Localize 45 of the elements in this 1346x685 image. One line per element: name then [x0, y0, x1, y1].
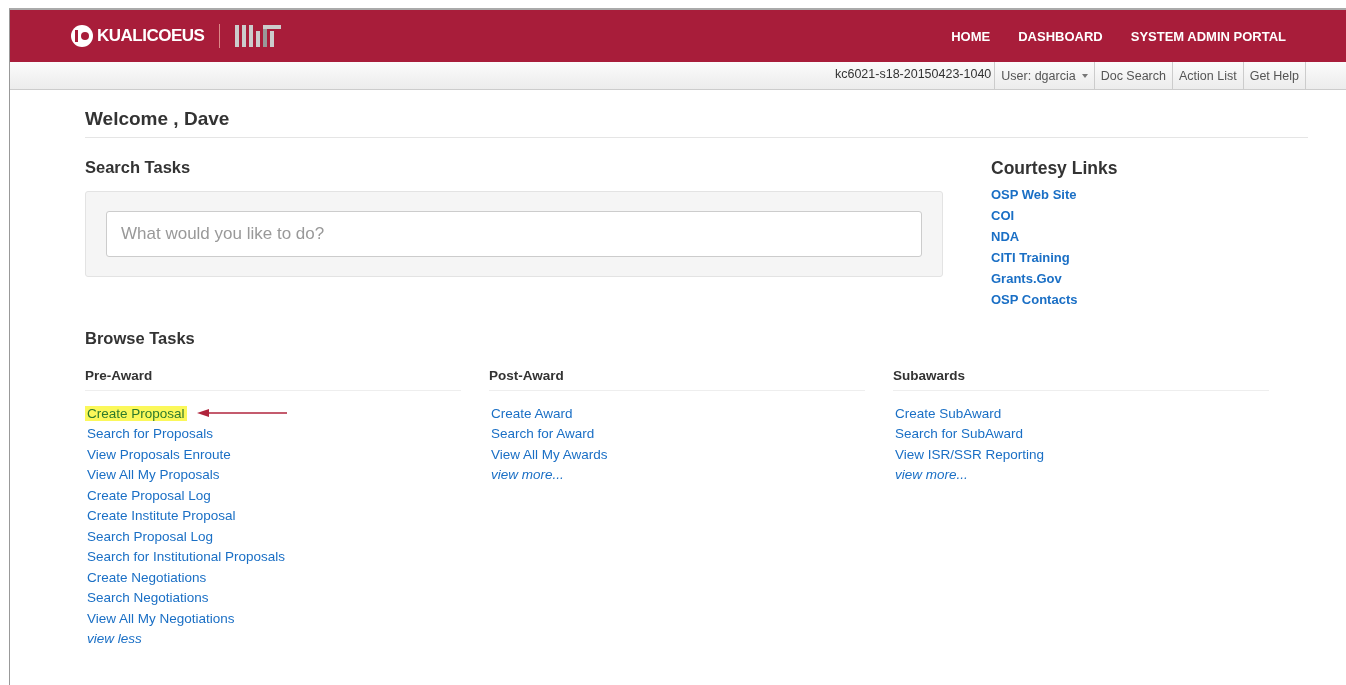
courtesy-link[interactable]: NDA: [991, 226, 1020, 247]
nav-link[interactable]: HOME: [951, 28, 991, 44]
task-link[interactable]: Search for Proposals: [85, 426, 216, 442]
mit-logo-icon: [235, 25, 284, 47]
task-link[interactable]: View All My Proposals: [85, 467, 222, 483]
task-link[interactable]: Create Institute Proposal: [85, 508, 238, 524]
task-link[interactable]: Search for SubAward: [893, 426, 1026, 442]
brand-name: KUALICOEUS: [97, 26, 205, 46]
section-heading: Browse Tasks: [85, 329, 196, 348]
toolbar-button[interactable]: Action List: [1172, 62, 1243, 89]
toggle-link[interactable]: view more...: [489, 467, 566, 483]
environment-label: kc6021-s18-20150423-1040: [834, 66, 993, 83]
task-link[interactable]: Search Proposal Log: [85, 528, 216, 544]
task-link[interactable]: Create SubAward: [893, 405, 1004, 421]
nav-link[interactable]: SYSTEM ADMIN PORTAL: [1130, 28, 1286, 44]
search-field[interactable]: What would you like to do?: [106, 211, 922, 257]
section-heading: Search Tasks: [85, 158, 192, 177]
column-heading: Subawards: [893, 368, 1269, 391]
toolbar-button[interactable]: Doc Search: [1093, 62, 1172, 89]
task-link[interactable]: Create Negotiations: [85, 569, 209, 585]
kc-logo-icon: [70, 24, 94, 48]
task-link[interactable]: Search for Institutional Proposals: [85, 549, 288, 565]
welcome-heading: Welcome , Dave: [85, 108, 1308, 138]
courtesy-link[interactable]: Grants.Gov: [991, 268, 1062, 289]
user-menu-button[interactable]: User: dgarcia: [994, 62, 1094, 89]
task-link[interactable]: View All My Awards: [489, 446, 610, 462]
task-link[interactable]: Create Award: [489, 405, 575, 421]
task-link[interactable]: View Proposals Enroute: [85, 446, 233, 462]
nav-link[interactable]: DASHBOARD: [1018, 28, 1103, 44]
courtesy-link[interactable]: OSP Web Site: [991, 184, 1077, 205]
task-link[interactable]: View All My Negotiations: [85, 610, 237, 626]
courtesy-link[interactable]: OSP Contacts: [991, 289, 1078, 310]
task-link[interactable]: Create Proposal Log: [85, 487, 213, 503]
task-link[interactable]: Search for Award: [489, 426, 597, 442]
toggle-link[interactable]: view less: [85, 631, 144, 647]
task-link[interactable]: Create Proposal: [85, 405, 187, 421]
task-link[interactable]: Search Negotiations: [85, 590, 211, 606]
courtesy-link[interactable]: CITI Training: [991, 247, 1070, 268]
toggle-link[interactable]: view more...: [893, 467, 970, 483]
section-heading: Courtesy Links: [991, 158, 1118, 179]
courtesy-link[interactable]: COI: [991, 205, 1015, 226]
toolbar-button[interactable]: Get Help: [1242, 62, 1306, 89]
column-heading: Pre-Award: [85, 368, 461, 391]
column-heading: Post-Award: [489, 368, 865, 391]
task-link[interactable]: View ISR/SSR Reporting: [893, 446, 1047, 462]
